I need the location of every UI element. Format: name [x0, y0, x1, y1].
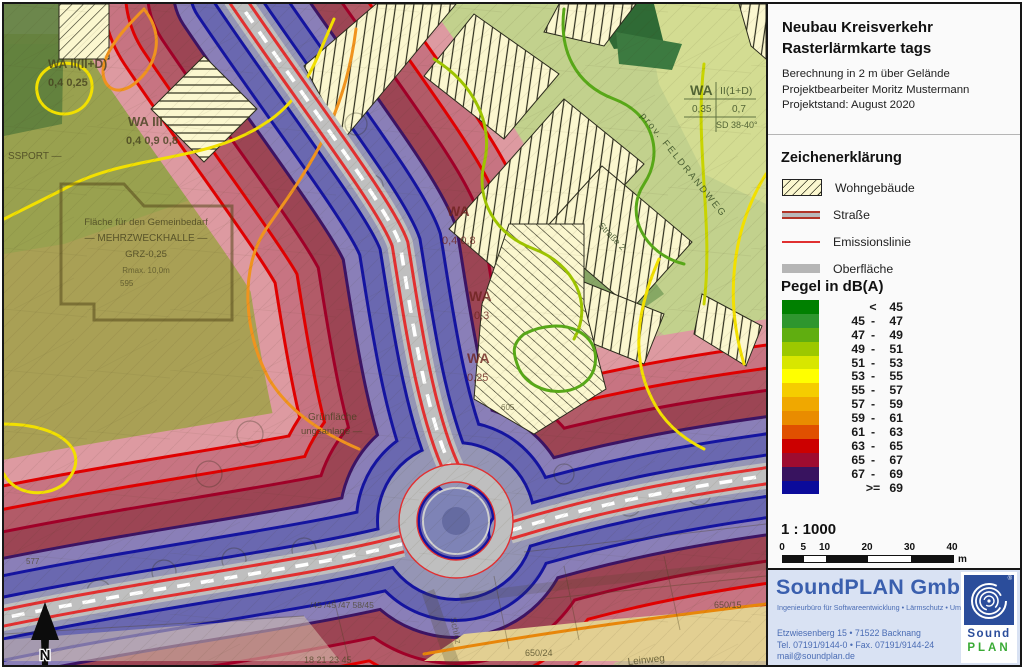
db-color-swatch [782, 397, 819, 411]
legend-swatch-surface-icon [782, 264, 820, 273]
db-scale-row: 61-63 [782, 425, 903, 439]
legend-item-label: Wohngebäude [835, 181, 915, 195]
scale-tick: 10 [819, 542, 830, 553]
scan-texture [4, 4, 766, 665]
company-phone: Tel. 07191/9144-0 • Fax. 07191/9144-24 [777, 640, 934, 652]
db-color-swatch [782, 439, 819, 453]
scale-tick: 20 [861, 542, 872, 553]
db-scale-row: 57-59 [782, 397, 903, 411]
legend-swatch-building-icon [782, 179, 822, 196]
db-scale-row: 55-57 [782, 383, 903, 397]
db-scale-row: 51-53 [782, 356, 903, 370]
logo-text-sound: Sound [961, 628, 1017, 640]
db-color-swatch [782, 314, 819, 328]
db-color-swatch [782, 342, 819, 356]
subtitle-project-date: Projektstand: August 2020 [782, 98, 1010, 114]
map-scale-ratio: 1 : 1000 [781, 521, 836, 538]
map-title-line1: Neubau Kreisverkehr [782, 17, 1010, 38]
scale-bar: 0510203040 m [782, 542, 952, 564]
db-scale-row: >=69 [782, 481, 903, 495]
db-color-swatch [782, 300, 819, 314]
legend-item-emission: Emissionslinie [782, 228, 1002, 255]
legend-items: Wohngebäude Straße Emissionslinie Oberfläch… [782, 174, 1002, 282]
map-title-line2: Rasterlärmkarte tags [782, 38, 1010, 59]
db-color-swatch [782, 425, 819, 439]
scale-tick: 0 [779, 542, 785, 553]
db-color-scale: <4545-4747-4949-5151-5353-5555-5757-5959… [782, 300, 903, 494]
db-color-swatch [782, 453, 819, 467]
db-color-swatch [782, 467, 819, 481]
legend-swatch-road-icon [782, 211, 820, 219]
legend-panel: Neubau Kreisverkehr Rasterlärmkarte tags… [768, 4, 1020, 665]
db-color-swatch [782, 481, 819, 495]
north-label: N [40, 647, 51, 664]
db-color-swatch [782, 383, 819, 397]
legend-item-label: Emissionslinie [833, 235, 911, 249]
noise-map-canvas: WA II(II+D)0,4 0,25WA III0,4 0,9 0,8SSPO… [4, 4, 766, 665]
db-scale-row: 47-49 [782, 328, 903, 342]
subtitle-calculation: Berechnung in 2 m über Gelände [782, 67, 1010, 83]
legend-item-label: Straße [833, 208, 870, 222]
company-name: SoundPLAN GmbH [776, 575, 976, 600]
scale-bar-segments [782, 555, 954, 563]
db-color-swatch [782, 356, 819, 370]
db-scale-row: 59-61 [782, 411, 903, 425]
db-scale-row: 53-55 [782, 369, 903, 383]
scale-tick: 30 [904, 542, 915, 553]
registered-mark: ® [1008, 576, 1012, 582]
legend-swatch-emission-icon [782, 241, 820, 243]
scale-unit: m [958, 554, 967, 565]
legend-item-building: Wohngebäude [782, 174, 1002, 201]
company-footer: SoundPLAN GmbH Ingenieurbüro für Softwar… [768, 568, 1020, 665]
db-color-swatch [782, 369, 819, 383]
sheet-frame: WA II(II+D)0,4 0,25WA III0,4 0,9 0,8SSPO… [2, 2, 1022, 667]
scale-tick: 5 [800, 542, 806, 553]
db-scale-heading: Pegel in dB(A) [781, 278, 884, 295]
db-scale-row: 63-65 [782, 439, 903, 453]
legend-item-road: Straße [782, 201, 1002, 228]
db-color-swatch [782, 411, 819, 425]
legend-heading: Zeichenerklärung [781, 150, 902, 166]
db-color-swatch [782, 328, 819, 342]
db-scale-row: <45 [782, 300, 903, 314]
soundplan-spiral-icon: ® [964, 575, 1014, 625]
db-scale-row: 49-51 [782, 342, 903, 356]
scale-tick-labels: 0510203040 [782, 542, 952, 553]
subtitle-editor: Projektbearbeiter Moritz Mustermann [782, 83, 1010, 99]
scale-tick: 40 [946, 542, 957, 553]
company-address: Etzwiesenberg 15 • 71522 Backnang [777, 628, 934, 640]
db-scale-row: 67-69 [782, 467, 903, 481]
db-scale-row: 45-47 [782, 314, 903, 328]
noise-map: WA II(II+D)0,4 0,25WA III0,4 0,9 0,8SSPO… [4, 4, 768, 665]
title-block: Neubau Kreisverkehr Rasterlärmkarte tags… [768, 4, 1020, 135]
soundplan-logo: ® Sound PLAN [961, 572, 1017, 663]
db-scale-row: 65-67 [782, 453, 903, 467]
legend-item-label: Oberfläche [833, 262, 893, 276]
company-email: mail@soundplan.de [777, 651, 934, 663]
logo-text-plan: PLAN [961, 642, 1017, 654]
